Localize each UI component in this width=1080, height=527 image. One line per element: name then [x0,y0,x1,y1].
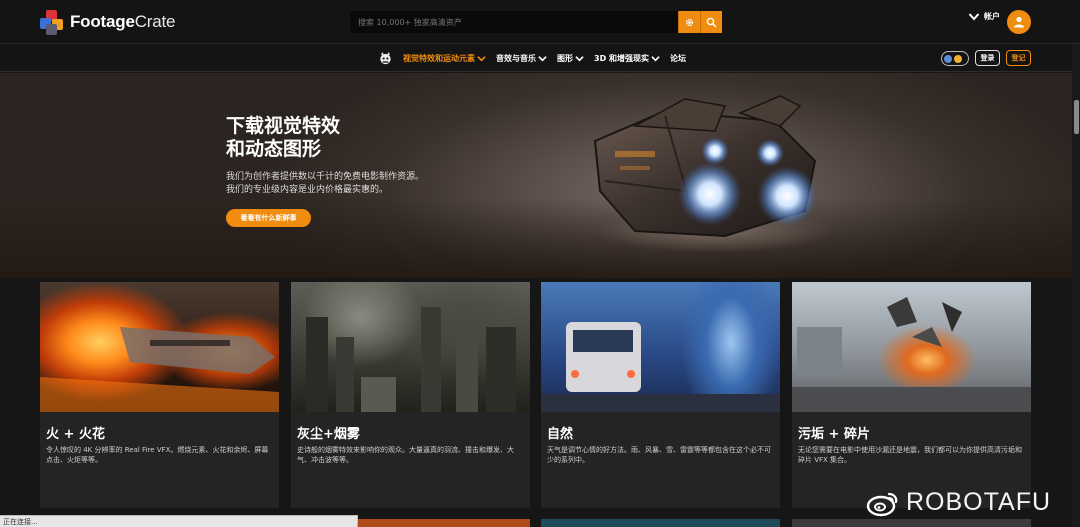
top-bar: FootageCrate 帐户 [0,0,1080,44]
theme-toggle[interactable] [941,51,969,66]
sun-icon [954,54,962,63]
logo[interactable]: FootageCrate [40,10,176,35]
category-card-smoke[interactable]: 灰尘+烟雾 史诗般的烟雾特效来影响你的观众。大量逼真的羽流、撞击和爆发、大气、冲… [291,282,530,508]
explosion-debris-shape [792,297,1031,412]
category-card-debris[interactable]: 污垢 + 碎片 无论您需要在电影中使用沙漏还是地震，我们都可以为你提供高清污垢和… [792,282,1031,508]
card-title: 火 + 火花 [46,427,105,442]
next-card-peek [792,519,1031,527]
search-button[interactable] [700,11,722,33]
nav-graphics[interactable]: 图形 [557,53,584,64]
card-description: 史诗般的烟雾特效来影响你的观众。大量逼真的羽流、撞击和爆发、大气、冲击波等等。 [297,446,514,464]
chevron-down-icon [575,56,584,62]
hero-banner: 下载视觉特效 和动态图形 我们为创作者提供数以千计的免费电影制作资源。 我们的专… [0,73,1072,278]
search-input[interactable] [350,11,678,33]
category-card-nature[interactable]: 自然 天气是调节心情的好方法。雨、风暴、雪、雷霆等等都包含在这个必不可少的系列中… [541,282,780,508]
nav-audio[interactable]: 音效与音乐 [496,53,547,64]
card-image-smoke [291,282,530,412]
hero-spaceship-image [593,95,835,251]
card-description: 令人惊叹的 4K 分辨率的 Real Fire VFX。燃烧元素、火花和余烬、屏… [46,446,269,464]
card-title: 自然 [547,427,574,442]
moon-icon [944,54,952,63]
chevron-down-icon [477,56,486,62]
login-button[interactable]: 登录 [975,50,1000,66]
van-shape [541,322,780,412]
card-image-fire [40,282,279,412]
hero-description: 我们为创作者提供数以千计的免费电影制作资源。 我们的专业级内容是业内价格最实惠的… [226,172,425,195]
page: FootageCrate 帐户 视觉特效和运动元素 音效与音乐 图形 [0,0,1080,527]
search-bar [350,11,722,33]
nav-3d-ar[interactable]: 3D 和增强现实 [594,53,660,64]
card-image-nature [541,282,780,412]
gear-icon [685,18,694,26]
hero-title: 下载视觉特效 和动态图形 [226,115,341,160]
chevron-down-icon [968,12,980,20]
main-nav: 视觉特效和运动元素 音效与音乐 图形 3D 和增强现实 论坛 [378,51,686,66]
nav-forum[interactable]: 论坛 [670,53,686,64]
logo-icon [40,10,64,35]
watermark: ROBOTAFU [866,488,1051,517]
filter-settings-button[interactable] [678,11,700,33]
avatar[interactable] [1007,10,1031,34]
card-title: 污垢 + 碎片 [798,427,870,442]
card-description: 天气是调节心情的好方法。雨、风暴、雪、雷霆等等都包含在这个必不可少的系列中。 [547,446,771,464]
browser-status-bar: 正在连接... [0,515,358,527]
nav-home-mascot[interactable] [378,51,393,66]
user-icon [1014,16,1024,28]
plane-wreck-shape [40,327,279,412]
city-skyline-shape [306,307,516,412]
card-image-debris [792,282,1031,412]
next-card-peek [541,519,780,527]
search-icon [706,17,717,28]
logo-text: FootageCrate [70,12,176,31]
page-scrollbar[interactable] [1072,44,1080,527]
register-button[interactable]: 登记 [1006,50,1031,66]
account-label: 帐户 [984,12,1000,21]
account-menu[interactable]: 帐户 [968,11,1000,22]
nav-vfx[interactable]: 视觉特效和运动元素 [403,53,486,64]
watermark-text: ROBOTAFU [906,488,1052,516]
weibo-icon [866,492,898,516]
whats-new-button[interactable]: 看看有什么新鲜事 [226,209,311,227]
card-title: 灰尘+烟雾 [297,427,360,442]
nav-bar: 视觉特效和运动元素 音效与音乐 图形 3D 和增强现实 论坛 登录 登记 [0,45,1080,72]
card-description: 无论您需要在电影中使用沙漏还是地震，我们都可以为你提供高清污垢和碎片 VFX 集… [798,446,1022,464]
chevron-down-icon [651,56,660,62]
chevron-down-icon [538,56,547,62]
scrollbar-thumb[interactable] [1074,100,1079,134]
mascot-icon [380,51,391,65]
category-card-fire[interactable]: 火 + 火花 令人惊叹的 4K 分辨率的 Real Fire VFX。燃烧元素、… [40,282,279,508]
